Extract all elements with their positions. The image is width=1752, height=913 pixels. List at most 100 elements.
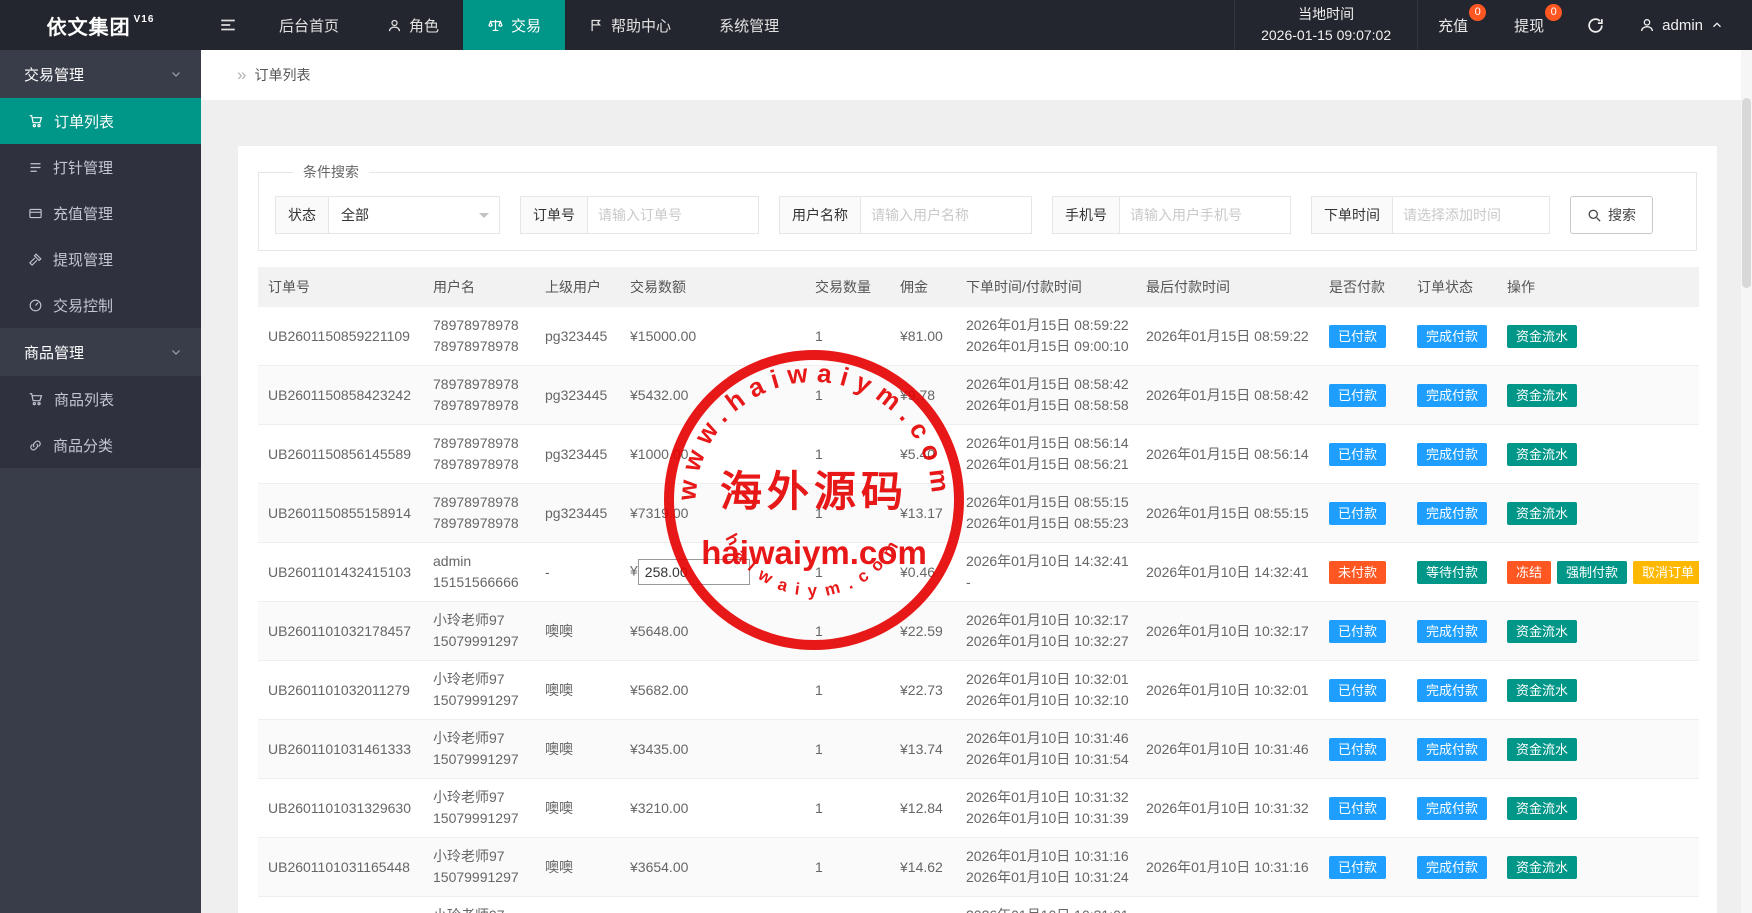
chevron-up-icon — [1710, 18, 1724, 32]
table-body: UB26011508592211097897897897878978978978… — [258, 307, 1699, 913]
username-text: admin — [1662, 17, 1703, 34]
recharge-button[interactable]: 充值 0 — [1418, 0, 1494, 50]
quantity-cell: 1 — [805, 425, 890, 484]
action-button-资金流水[interactable]: 资金流水 — [1507, 443, 1577, 466]
time-line: 2026年01月10日 10:31:16 — [966, 846, 1126, 867]
sidebar-item-订单列表[interactable]: 订单列表 — [0, 98, 201, 144]
phone-filter: 手机号 — [1052, 196, 1291, 234]
user-line: 小玲老师97 — [433, 610, 525, 631]
parent-user-cell: pg323445 — [535, 307, 620, 366]
last-pay-time-cell: 2026年01月10日 10:32:01 — [1136, 661, 1319, 720]
page-title: 订单列表 — [254, 65, 310, 85]
sidebar-item-label: 商品列表 — [54, 389, 114, 410]
action-button-资金流水[interactable]: 资金流水 — [1507, 620, 1577, 643]
sidebar-item-交易控制[interactable]: 交易控制 — [0, 282, 201, 328]
sidebar-item-商品列表[interactable]: 商品列表 — [0, 376, 201, 422]
time-line: 2026年01月10日 10:31:46 — [966, 728, 1126, 749]
nav-item-5[interactable]: 系统管理 — [695, 0, 803, 50]
user-cell: admin15151566666 — [423, 543, 535, 602]
action-button-资金流水[interactable]: 资金流水 — [1507, 797, 1577, 820]
nav-item-4[interactable]: 帮助中心 — [565, 0, 695, 50]
nav-item-2[interactable]: 角色 — [363, 0, 463, 50]
user-cell: 小玲老师9715079991297 — [423, 602, 535, 661]
parent-user-cell: 噢噢 — [535, 897, 620, 913]
action-button-冻结[interactable]: 冻结 — [1507, 561, 1551, 584]
user-line: 15079991297 — [433, 867, 525, 888]
scrollbar-thumb[interactable] — [1742, 98, 1751, 288]
commission-cell: ¥22.59 — [890, 602, 956, 661]
user-line: 78978978978 — [433, 513, 525, 534]
withdraw-label: 提现 — [1514, 15, 1544, 36]
status-select[interactable]: 全部 — [328, 196, 500, 234]
sidebar-item-提现管理[interactable]: 提现管理 — [0, 236, 201, 282]
commission-cell: ¥22.80 — [890, 897, 956, 913]
table-header-cell: 上级用户 — [535, 267, 620, 307]
action-button-资金流水[interactable]: 资金流水 — [1507, 502, 1577, 525]
sidebar-group-2[interactable]: 商品管理 — [0, 328, 201, 376]
quantity-cell: 1 — [805, 543, 890, 602]
user-line: 78978978978 — [433, 492, 525, 513]
sidebar-group-1[interactable]: 交易管理 — [0, 50, 201, 98]
table-header-cell: 订单状态 — [1407, 267, 1497, 307]
user-line: 15151566666 — [433, 572, 525, 593]
amount-cell: ¥ — [620, 543, 805, 602]
order-status-cell: 完成付款 — [1407, 307, 1497, 366]
refresh-icon[interactable] — [1570, 0, 1621, 50]
user-line: 15079991297 — [433, 631, 525, 652]
local-time-label: 当地时间 — [1298, 4, 1354, 25]
actions-cell: 资金流水 — [1497, 779, 1699, 838]
action-button-强制付款[interactable]: 强制付款 — [1557, 561, 1627, 584]
search-button[interactable]: 搜索 — [1570, 196, 1653, 234]
quantity-cell: 1 — [805, 838, 890, 897]
action-button-资金流水[interactable]: 资金流水 — [1507, 384, 1577, 407]
username-label: 用户名称 — [779, 196, 860, 234]
table-row: UB2601101032178457小玲老师9715079991297噢噢¥56… — [258, 602, 1699, 661]
sidebar-toggle-icon[interactable] — [201, 0, 255, 50]
order-status-cell: 完成付款 — [1407, 425, 1497, 484]
parent-user-cell: 噢噢 — [535, 602, 620, 661]
amount-input[interactable] — [638, 559, 750, 585]
action-button-资金流水[interactable]: 资金流水 — [1507, 738, 1577, 761]
scrollbar-track[interactable] — [1741, 50, 1752, 913]
withdraw-button[interactable]: 提现 0 — [1494, 0, 1570, 50]
sidebar-item-label: 商品分类 — [53, 435, 113, 456]
last-pay-time-cell: 2026年01月15日 08:56:14 — [1136, 425, 1319, 484]
user-line: 78978978978 — [433, 395, 525, 416]
user-cell: 小玲老师9715079991297 — [423, 897, 535, 913]
phone-input[interactable] — [1119, 196, 1291, 234]
amount-cell: ¥5432.00 — [620, 366, 805, 425]
sidebar-item-打针管理[interactable]: 打针管理 — [0, 144, 201, 190]
withdraw-count-badge: 0 — [1545, 4, 1562, 21]
sidebar-group-label: 交易管理 — [24, 64, 84, 85]
amount-cell: ¥3210.00 — [620, 779, 805, 838]
nav-item-label: 交易 — [511, 15, 541, 36]
user-menu[interactable]: admin — [1621, 0, 1752, 50]
order-no-input[interactable] — [587, 196, 759, 234]
table-row: UB2601101031329630小玲老师9715079991297噢噢¥32… — [258, 779, 1699, 838]
username-input[interactable] — [860, 196, 1032, 234]
action-button-取消订单[interactable]: 取消订单 — [1633, 561, 1699, 584]
filter-bar: 状态 全部 订单号 用户名称 手机号 — [275, 196, 1680, 234]
sidebar-item-商品分类[interactable]: 商品分类 — [0, 422, 201, 468]
currency-symbol: ¥ — [630, 563, 638, 579]
time-line: 2026年01月15日 08:59:22 — [966, 315, 1126, 336]
username-filter: 用户名称 — [779, 196, 1032, 234]
action-button-资金流水[interactable]: 资金流水 — [1507, 325, 1577, 348]
paid-cell: 已付款 — [1319, 661, 1407, 720]
order-time-input[interactable] — [1392, 196, 1550, 234]
table-header-row: 订单号用户名上级用户交易数额交易数量佣金下单时间/付款时间最后付款时间是否付款订… — [258, 267, 1699, 307]
time-line: 2026年01月10日 10:31:32 — [966, 787, 1126, 808]
user-line: 15079991297 — [433, 749, 525, 770]
nav-item-3[interactable]: 交易 — [463, 0, 565, 50]
order-status-cell: 完成付款 — [1407, 661, 1497, 720]
action-button-资金流水[interactable]: 资金流水 — [1507, 856, 1577, 879]
nav-item-1[interactable]: 后台首页 — [255, 0, 363, 50]
sidebar-item-充值管理[interactable]: 充值管理 — [0, 190, 201, 236]
action-button-资金流水[interactable]: 资金流水 — [1507, 679, 1577, 702]
order-status-badge: 完成付款 — [1417, 738, 1487, 761]
table-header-cell: 订单号 — [258, 267, 423, 307]
time-line: 2026年01月10日 10:32:27 — [966, 631, 1126, 652]
table-row: UB2601101031016755小玲老师9715079991297噢噢¥57… — [258, 897, 1699, 913]
scales-icon — [487, 17, 504, 34]
phone-label: 手机号 — [1052, 196, 1119, 234]
